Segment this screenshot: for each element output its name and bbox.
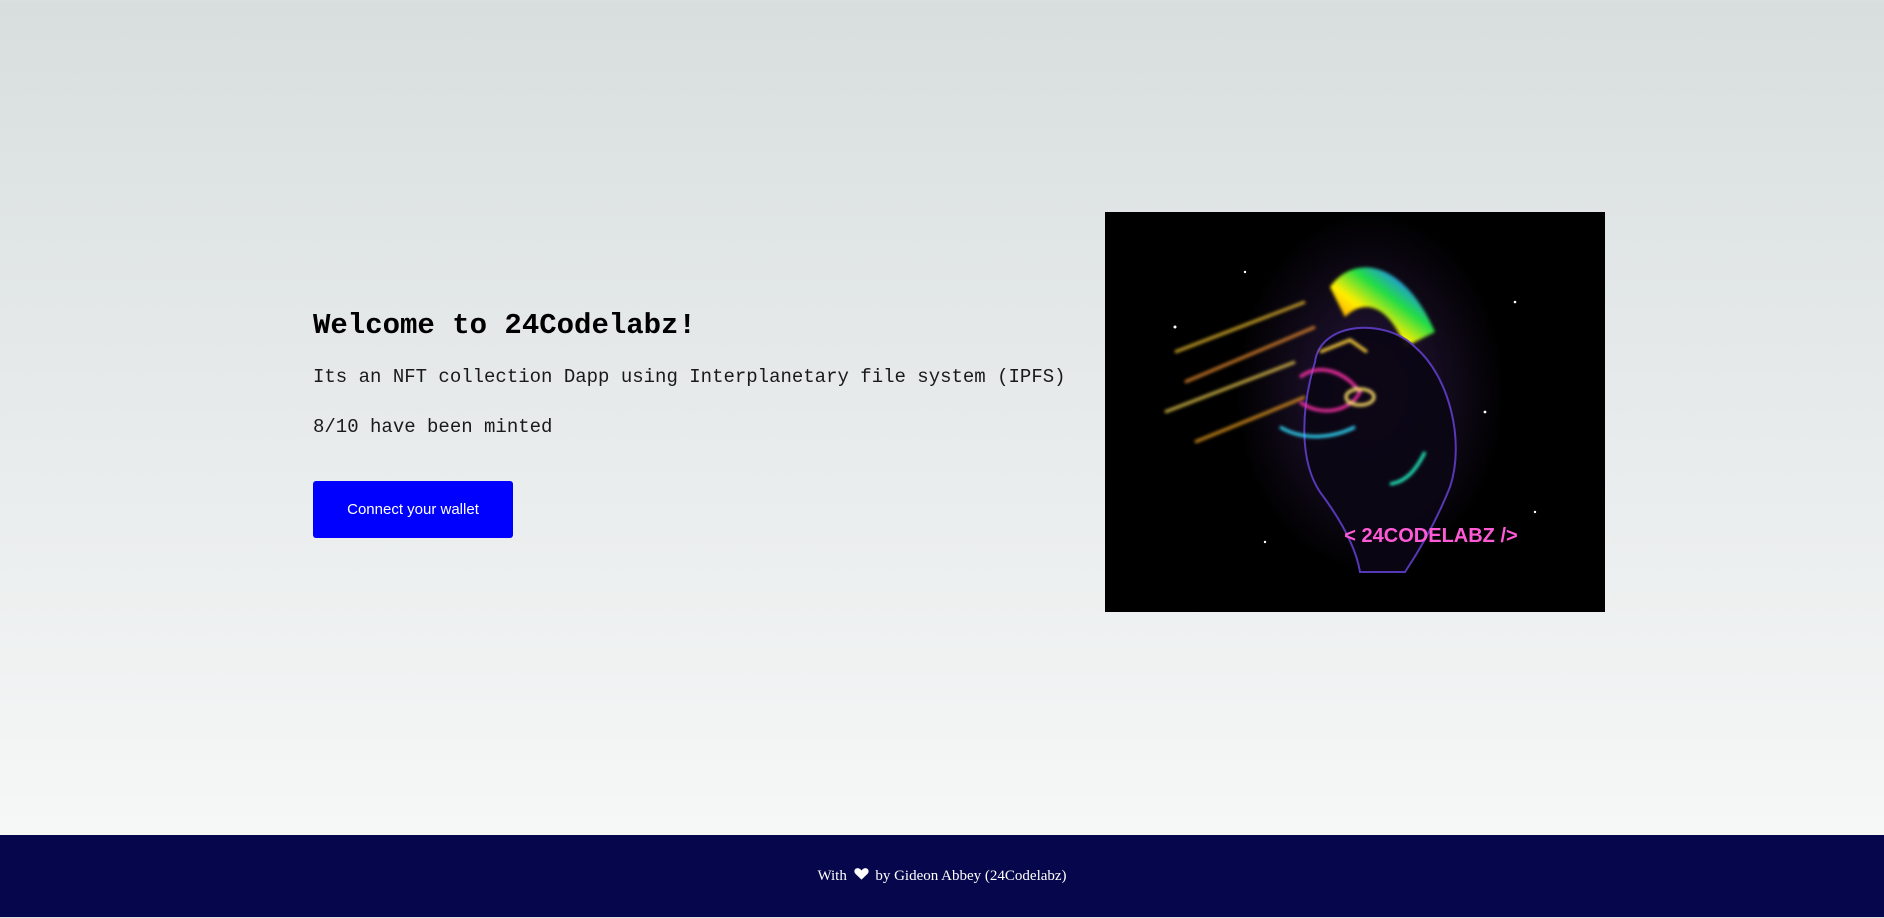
page-title: Welcome to 24Codelabz!: [313, 309, 696, 342]
nft-artwork-graphic: < 24CODELABZ />: [1105, 212, 1605, 612]
footer: With by Gideon Abbey (24Codelabz): [0, 835, 1884, 917]
minted-count: 8/10 have been minted: [313, 416, 553, 438]
hero-description: Its an NFT collection Dapp using Interpl…: [313, 366, 1066, 388]
hero-section: Welcome to 24Codelabz! Its an NFT collec…: [0, 0, 1884, 835]
heart-icon: [853, 836, 869, 918]
connect-wallet-button[interactable]: Connect your wallet: [313, 481, 513, 538]
hero-text-block: Welcome to 24Codelabz! Its an NFT collec…: [313, 306, 1093, 538]
artwork-label: < 24CODELABZ />: [1344, 525, 1517, 547]
footer-prefix: With: [817, 868, 847, 884]
nft-artwork-image: < 24CODELABZ />: [1105, 212, 1605, 612]
footer-credit: by Gideon Abbey (24Codelabz): [875, 868, 1067, 884]
